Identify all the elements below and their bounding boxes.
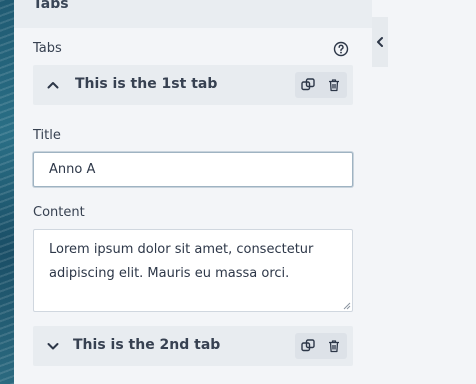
tab-actions	[295, 333, 347, 359]
chevron-up-icon[interactable]	[45, 77, 61, 93]
tabs-field-label: Tabs	[33, 41, 62, 56]
tab-label: This is the 2nd tab	[73, 337, 221, 353]
duplicate-icon[interactable]	[301, 78, 315, 92]
duplicate-icon[interactable]	[301, 339, 315, 353]
content-text: Lorem ipsum dolor sit amet, consectetur …	[49, 242, 314, 281]
content-textarea[interactable]: Lorem ipsum dolor sit amet, consectetur …	[33, 229, 353, 312]
settings-panel: Tabs Tabs This is the 1st tab Title Cont…	[14, 0, 372, 384]
chevron-down-icon[interactable]	[45, 338, 61, 354]
background-image	[0, 0, 14, 384]
tab-item-2[interactable]: This is the 2nd tab	[33, 326, 353, 366]
tab-label: This is the 1st tab	[75, 76, 218, 92]
panel-header: Tabs	[14, 0, 372, 28]
content-field-label: Content	[33, 205, 85, 220]
chevron-left-icon	[377, 37, 383, 47]
resize-grip-icon[interactable]	[343, 302, 351, 310]
panel-title: Tabs	[33, 0, 69, 12]
tab-actions	[295, 72, 347, 98]
question-circle-icon[interactable]	[333, 41, 349, 57]
title-field-label: Title	[33, 128, 61, 143]
trash-icon[interactable]	[327, 78, 341, 92]
trash-icon[interactable]	[327, 339, 341, 353]
sidebar-collapse-toggle[interactable]	[372, 17, 388, 67]
title-input[interactable]	[33, 152, 353, 187]
tab-item-1[interactable]: This is the 1st tab	[33, 65, 353, 105]
